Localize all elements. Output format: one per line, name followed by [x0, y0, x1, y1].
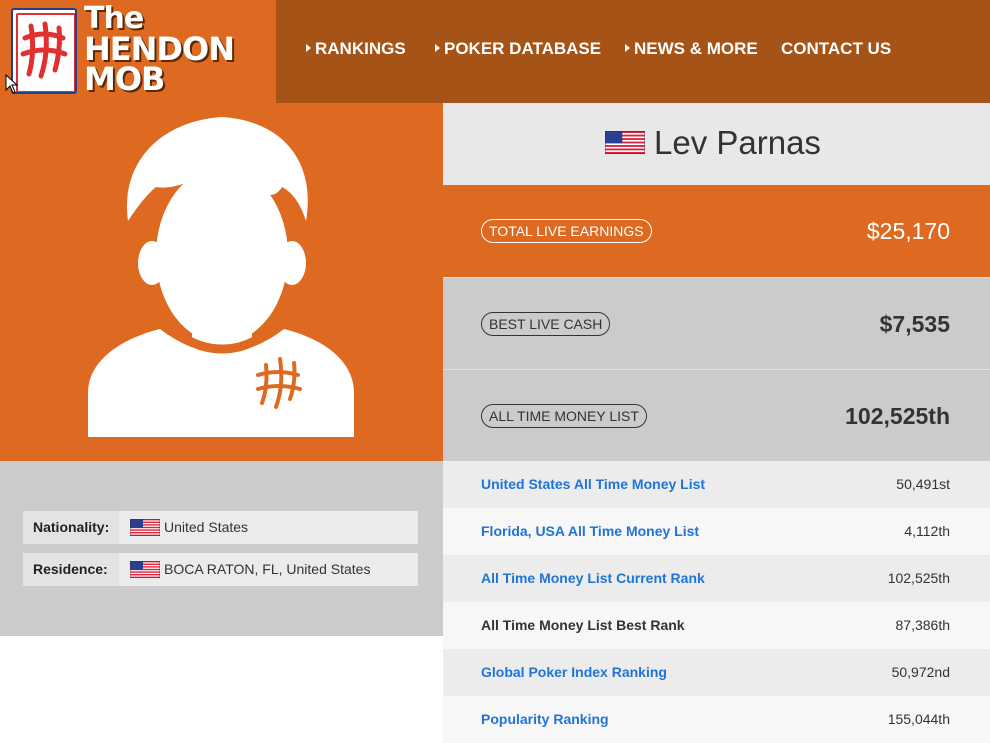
best-live-cash-box: BEST LIVE CASH $7,535 [443, 277, 990, 369]
total-live-earnings-value: $25,170 [866, 218, 950, 244]
us-flag-icon [130, 561, 160, 578]
ranking-link-current-rank[interactable]: All Time Money List Current Rank [481, 555, 705, 602]
player-details-panel: Nationality: United States Residence: BO… [0, 461, 443, 636]
best-live-cash-label: BEST LIVE CASH [481, 312, 611, 336]
ranking-link-florida-all-time[interactable]: Florida, USA All Time Money List [481, 508, 699, 555]
all-time-money-list-value: 102,525th [845, 403, 950, 429]
ranking-link-us-all-time[interactable]: United States All Time Money List [481, 461, 705, 508]
nav-contact-us-label: CONTACT US [781, 39, 892, 58]
ranking-row: All Time Money List Current Rank 102,525… [443, 555, 990, 602]
ranking-link-popularity[interactable]: Popularity Ranking [481, 696, 609, 743]
caret-right-icon [625, 44, 630, 52]
logo-divider-shape [250, 0, 276, 103]
caret-right-icon [306, 44, 311, 52]
us-flag-icon [130, 519, 160, 536]
nationality-label: Nationality: [23, 511, 119, 544]
player-silhouette-icon [88, 117, 354, 437]
basketball-net-icon [20, 21, 68, 79]
nav-rankings-label: RANKINGS [315, 39, 406, 58]
mouse-pointer-icon [5, 74, 19, 94]
logo-card-icon[interactable] [11, 8, 77, 94]
best-live-cash-value: $7,535 [879, 311, 950, 337]
ranking-row: Florida, USA All Time Money List 4,112th [443, 508, 990, 555]
logo-line-mob: MOB [84, 60, 165, 98]
nav-poker-database-label: POKER DATABASE [444, 39, 602, 58]
nav-news-more-label: NEWS & MORE [634, 39, 758, 58]
ranking-value: 155,044th [887, 711, 950, 727]
nationality-row: Nationality: United States [23, 511, 418, 544]
us-flag-icon [605, 131, 645, 154]
all-time-money-list-box: ALL TIME MONEY LIST 102,525th [443, 369, 990, 461]
residence-row: Residence: BOCA RATON, FL, United States [23, 553, 418, 586]
ranking-link-global-poker-index[interactable]: Global Poker Index Ranking [481, 649, 667, 696]
ranking-row: Popularity Ranking 155,044th [443, 696, 990, 743]
caret-right-icon [435, 44, 440, 52]
ranking-value: 50,491st [896, 476, 950, 492]
site-header: The HENDON MOB RANKINGS POKER DATABASE N… [0, 0, 990, 103]
ranking-value: 87,386th [895, 617, 951, 633]
player-photo-panel [0, 103, 443, 461]
total-live-earnings-box: TOTAL LIVE EARNINGS $25,170 [443, 185, 990, 277]
ranking-value: 50,972nd [891, 664, 950, 680]
ranking-row: Global Poker Index Ranking 50,972nd [443, 649, 990, 696]
total-live-earnings-label: TOTAL LIVE EARNINGS [481, 219, 652, 243]
nav-news-more[interactable]: NEWS & MORE [625, 37, 758, 61]
ranking-row: All Time Money List Best Rank 87,386th [443, 602, 990, 649]
ranking-row: United States All Time Money List 50,491… [443, 461, 990, 508]
nav-poker-database[interactable]: POKER DATABASE [435, 37, 601, 61]
nationality-value: United States [164, 519, 249, 535]
player-name: Lev Parnas [654, 124, 821, 161]
residence-label: Residence: [23, 553, 119, 586]
nav-contact-us[interactable]: CONTACT US [781, 37, 891, 61]
ranking-value: 4,112th [904, 523, 950, 539]
ranking-label-best-rank: All Time Money List Best Rank [481, 617, 685, 633]
player-name-bar: Lev Parnas [443, 103, 990, 185]
residence-value: BOCA RATON, FL, United States [164, 561, 371, 577]
logo-wordmark[interactable]: The HENDON MOB [84, 4, 235, 98]
ranking-value: 102,525th [887, 570, 950, 586]
logo-area[interactable]: The HENDON MOB [0, 0, 276, 103]
nav-rankings[interactable]: RANKINGS [306, 37, 406, 61]
all-time-money-list-label: ALL TIME MONEY LIST [481, 404, 647, 428]
